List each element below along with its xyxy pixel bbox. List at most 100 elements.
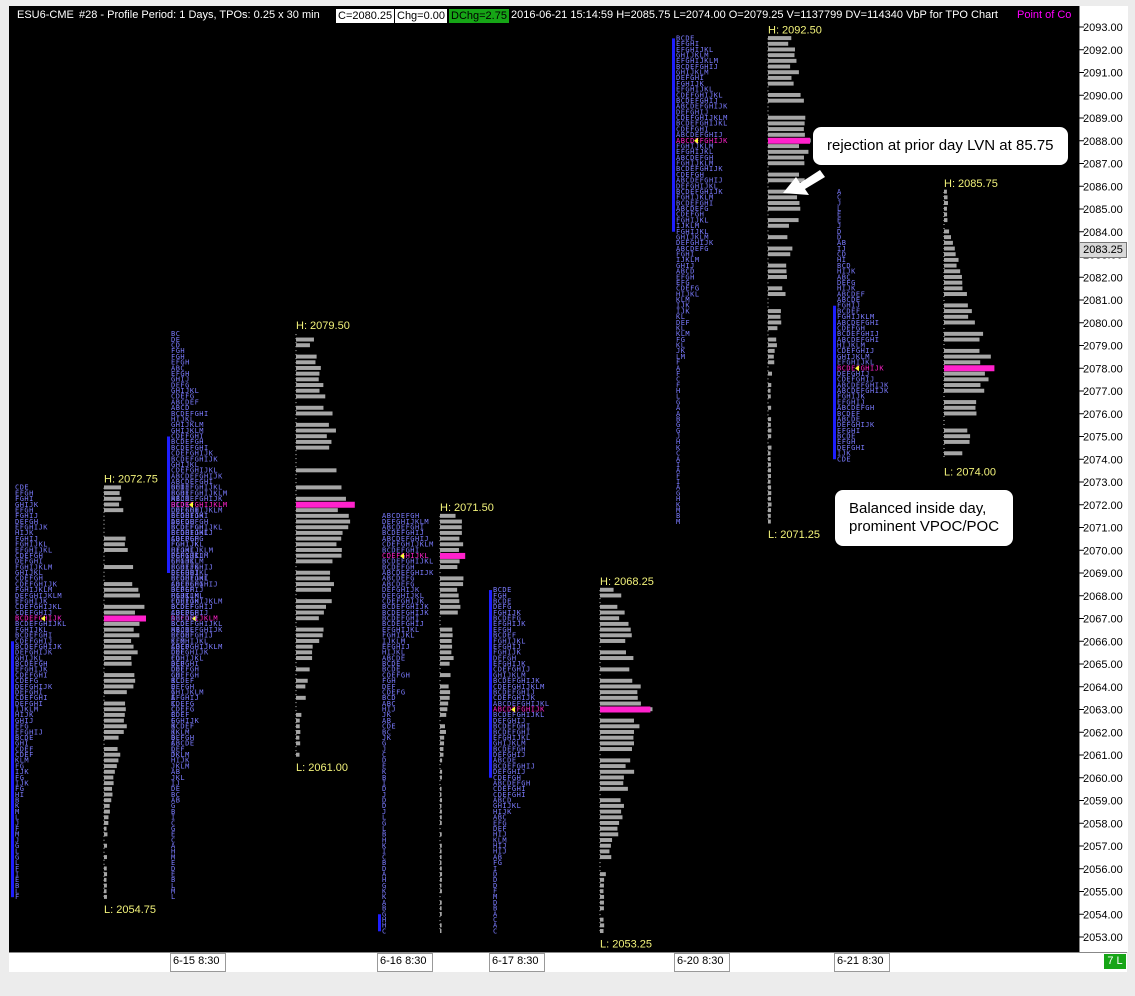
volume-bar xyxy=(440,536,460,541)
y-tick-label: 2057.00 xyxy=(1083,841,1123,853)
volume-bar xyxy=(944,292,967,297)
volume-bar xyxy=(768,161,805,166)
volume-bar xyxy=(104,701,126,706)
y-tick-label: 2092.00 xyxy=(1083,45,1123,57)
volume-bar xyxy=(768,53,795,58)
volume-bar xyxy=(600,758,631,763)
volume-bar xyxy=(104,604,145,609)
volume-bar xyxy=(600,917,604,922)
volume-bar xyxy=(768,417,772,422)
volume-bar xyxy=(768,456,771,461)
volume-bar xyxy=(296,337,314,342)
volume-bar xyxy=(944,331,984,336)
y-tick-label: 2063.00 xyxy=(1083,705,1123,717)
volume-bar xyxy=(296,633,323,638)
volume-bar xyxy=(440,582,464,587)
volume-bar xyxy=(104,798,112,803)
tpo-row: ABCDEFGH xyxy=(382,512,420,520)
initial-balance-bar xyxy=(489,590,492,778)
volume-bar xyxy=(600,820,620,825)
chart-info-label: #28 - Profile Period: 1 Days, TPOs: 0.25… xyxy=(79,9,320,21)
volume-bar xyxy=(768,286,783,291)
volume-bar xyxy=(104,565,134,570)
session-high-label: H: 2071.50 xyxy=(440,502,494,514)
time-label-1: 6-16 8:30 xyxy=(380,955,427,967)
volume-bar xyxy=(768,428,772,433)
volume-bar xyxy=(944,201,948,206)
volume-bar xyxy=(440,900,442,905)
y-tick-label: 2059.00 xyxy=(1083,796,1123,808)
volume-bar xyxy=(440,866,442,871)
volume-bar xyxy=(296,576,330,581)
volume-bar xyxy=(104,690,127,695)
volume-bar xyxy=(944,229,950,234)
volume-bar xyxy=(600,872,606,877)
volume-bar xyxy=(768,292,786,297)
volume-bar xyxy=(944,257,959,262)
volume-bar xyxy=(440,701,449,706)
volume-bar xyxy=(768,348,775,353)
volume-bar xyxy=(296,724,300,729)
volume-bar xyxy=(768,343,777,348)
session-low-label: L: 2074.00 xyxy=(944,466,996,478)
volume-bar xyxy=(944,269,961,274)
volume-bar xyxy=(296,405,324,410)
volume-bar xyxy=(944,377,989,382)
volume-bar xyxy=(600,803,624,808)
volume-bar xyxy=(768,474,771,479)
time-label-4: 6-21 8:30 xyxy=(837,955,884,967)
tpo-row: CDE xyxy=(15,484,29,492)
volume-bar xyxy=(104,724,127,729)
callout-lvn-text: rejection at prior day LVN at 85.75 xyxy=(827,137,1054,154)
y-tick-label: 2072.00 xyxy=(1083,500,1123,512)
volume-bar xyxy=(600,695,638,700)
volume-bar xyxy=(944,400,977,405)
volume-bar xyxy=(768,41,789,46)
volume-bar xyxy=(296,434,327,439)
volume-bar xyxy=(944,206,947,211)
volume-bar xyxy=(768,337,777,342)
volume-bar xyxy=(296,587,332,592)
y-tick-label: 2076.00 xyxy=(1083,409,1123,421)
volume-bar xyxy=(296,570,331,575)
close-value: C=2080.25 xyxy=(336,9,395,23)
y-tick-label: 2054.00 xyxy=(1083,909,1123,921)
volume-bar xyxy=(768,309,781,314)
volume-bar xyxy=(768,98,804,103)
volume-bar xyxy=(440,855,442,860)
session-high-label: H: 2079.50 xyxy=(296,320,350,332)
volume-bar xyxy=(600,735,634,740)
initial-balance-bar xyxy=(11,641,14,898)
volume-bar xyxy=(296,445,330,450)
volume-bar xyxy=(104,536,126,541)
volume-bar xyxy=(944,428,968,433)
volume-bar xyxy=(600,923,605,928)
volume-bar xyxy=(296,371,320,376)
session-low-label: L: 2071.25 xyxy=(768,529,820,541)
volume-bar xyxy=(440,786,442,791)
volume-bar xyxy=(104,866,107,871)
volume-bar xyxy=(296,684,306,689)
volume-bar xyxy=(768,445,772,450)
volume-bar xyxy=(600,678,633,683)
volume-bar xyxy=(440,599,460,604)
volume-bar xyxy=(440,519,462,524)
volume-bar xyxy=(768,235,788,240)
volume-bar xyxy=(104,707,126,712)
volume-bar xyxy=(104,684,134,689)
volume-bar xyxy=(768,451,771,456)
volume-bar xyxy=(440,661,450,666)
volume-bar xyxy=(768,320,782,325)
volume-bar xyxy=(440,747,444,752)
volume-bar xyxy=(104,542,125,547)
y-tick-label: 2089.00 xyxy=(1083,113,1123,125)
volume-bar xyxy=(944,371,985,376)
volume-bar xyxy=(944,434,971,439)
session-low-label: L: 2061.00 xyxy=(296,762,348,774)
tpo-row: BCDE xyxy=(676,34,695,42)
volume-bar xyxy=(768,326,778,331)
volume-bar xyxy=(296,667,310,672)
y-tick-label: 2084.00 xyxy=(1083,227,1123,239)
tpo-row: BCDE xyxy=(493,586,512,594)
corner-badge: 7 L xyxy=(1104,954,1126,969)
